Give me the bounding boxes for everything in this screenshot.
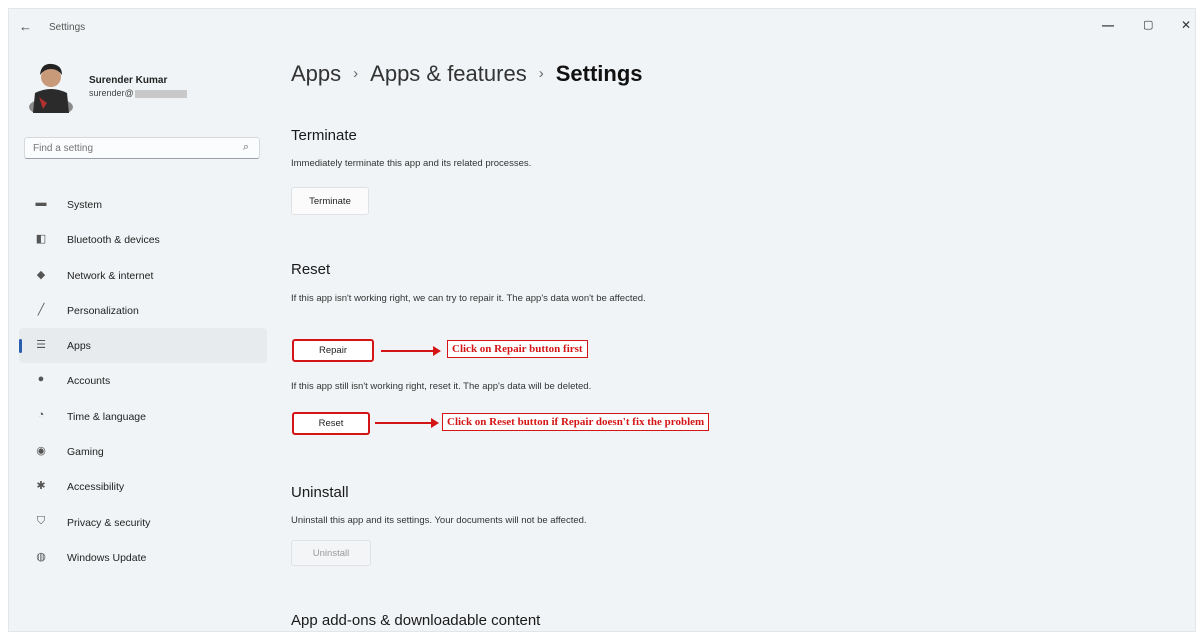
sidebar-nav: ▬ System ◧ Bluetooth & devices ◆ Network… <box>19 187 267 575</box>
sidebar-item-label: Apps <box>67 340 91 353</box>
user-name: Surender Kumar <box>89 75 168 86</box>
sidebar-item-accessibility[interactable]: ✱ Accessibility <box>19 469 267 504</box>
uninstall-heading: Uninstall <box>291 484 349 501</box>
minimize-icon[interactable]: — <box>1102 18 1114 32</box>
settings-window: ← Settings — ▢ ✕ Surender Kumar surender… <box>8 8 1196 632</box>
sidebar-item-label: Accounts <box>67 375 111 388</box>
email-redaction <box>134 89 187 98</box>
breadcrumb: Apps › Apps & features › Settings <box>291 61 643 87</box>
repair-arrow <box>381 346 441 356</box>
maximize-icon[interactable]: ▢ <box>1143 18 1153 31</box>
back-arrow-icon[interactable]: ← <box>19 19 32 34</box>
sidebar-item-personalization[interactable]: ╱ Personalization <box>19 293 267 328</box>
sidebar-item-label: Time & language <box>67 410 146 423</box>
reset-button[interactable]: Reset <box>292 412 370 435</box>
update-icon: ◍ <box>36 550 46 563</box>
chevron-right-icon: › <box>353 65 359 82</box>
search-box[interactable]: ⌕ <box>24 137 260 159</box>
title-bar: ← Settings — ▢ ✕ <box>9 9 1195 43</box>
search-icon[interactable]: ⌕ <box>243 141 249 154</box>
breadcrumb-apps-features[interactable]: Apps & features <box>370 61 527 86</box>
terminate-button[interactable]: Terminate <box>291 187 369 215</box>
sidebar-item-bluetooth-devices[interactable]: ◧ Bluetooth & devices <box>19 222 267 257</box>
network-icon: ◆ <box>36 268 46 281</box>
sidebar-item-time-language[interactable]: ◔ Time & language <box>19 399 267 434</box>
sidebar-item-privacy-security[interactable]: ⛉ Privacy & security <box>19 505 267 540</box>
sidebar-item-label: Accessibility <box>67 481 125 494</box>
breadcrumb-apps[interactable]: Apps <box>291 61 341 86</box>
repair-callout: Click on Repair button first <box>447 340 588 358</box>
terminate-description: Immediately terminate this app and its r… <box>291 158 532 169</box>
reset-callout: Click on Reset button if Repair doesn't … <box>442 413 710 431</box>
terminate-heading: Terminate <box>291 127 357 144</box>
sidebar-item-gaming[interactable]: ◉ Gaming <box>19 434 267 469</box>
email-prefix: surender@ <box>89 88 134 98</box>
sidebar-item-windows-update[interactable]: ◍ Windows Update <box>19 540 267 575</box>
avatar <box>29 63 73 113</box>
close-icon[interactable]: ✕ <box>1181 18 1191 32</box>
apps-icon: ☰ <box>36 339 46 352</box>
sidebar-item-apps[interactable]: ☰ Apps <box>19 328 267 364</box>
sidebar-item-label: Personalization <box>67 304 139 317</box>
sidebar-item-label: Network & internet <box>67 269 154 282</box>
shield-icon: ⛉ <box>36 514 46 527</box>
gamepad-icon: ◉ <box>36 445 46 458</box>
brush-icon: ╱ <box>37 303 45 316</box>
clock-globe-icon: ◔ <box>37 408 45 421</box>
page-title: Settings <box>555 61 643 86</box>
reset-description: If this app still isn't working right, r… <box>291 381 592 392</box>
bluetooth-icon: ◧ <box>35 233 47 246</box>
reset-arrow <box>375 418 439 428</box>
uninstall-button[interactable]: Uninstall <box>291 540 371 566</box>
sidebar-item-label: Windows Update <box>67 551 147 564</box>
addons-heading: App add-ons & downloadable content <box>291 612 541 629</box>
chevron-right-icon: › <box>538 65 544 82</box>
sidebar-item-label: Gaming <box>67 446 104 459</box>
window-title: Settings <box>49 22 86 33</box>
repair-button[interactable]: Repair <box>292 339 374 362</box>
user-email: surender@ <box>89 88 187 98</box>
sidebar-item-label: Bluetooth & devices <box>67 234 160 247</box>
reset-heading: Reset <box>291 261 331 278</box>
sidebar-item-label: System <box>67 199 103 211</box>
search-input[interactable] <box>25 138 225 159</box>
system-icon: ▬ <box>35 197 47 209</box>
repair-description: If this app isn't working right, we can … <box>291 293 646 304</box>
sidebar-item-accounts[interactable]: ● Accounts <box>19 363 267 398</box>
accessibility-icon: ✱ <box>36 480 46 493</box>
sidebar-item-label: Privacy & security <box>67 516 151 529</box>
sidebar-item-system[interactable]: ▬ System <box>19 187 267 222</box>
uninstall-description: Uninstall this app and its settings. You… <box>291 515 587 526</box>
accounts-icon: ● <box>37 373 45 386</box>
sidebar-item-network-internet[interactable]: ◆ Network & internet <box>19 258 267 293</box>
